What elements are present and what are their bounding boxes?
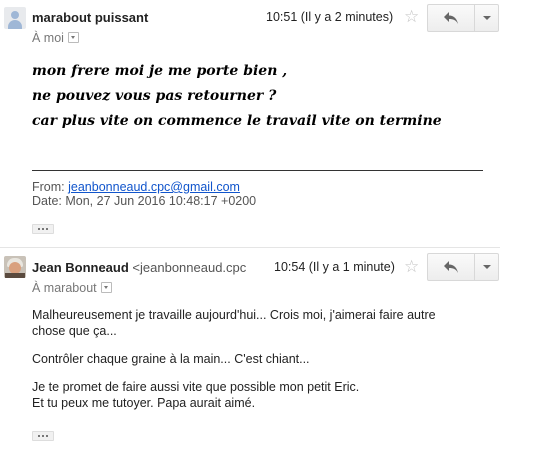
show-trimmed-content-button[interactable] bbox=[32, 224, 54, 234]
sender-name[interactable]: marabout puissant bbox=[32, 10, 148, 25]
message-body: Malheureusement je travaille aujourd'hui… bbox=[32, 307, 436, 411]
date-line: Date: Mon, 27 Jun 2016 10:48:17 +0200 bbox=[32, 194, 257, 208]
reply-button-group bbox=[427, 4, 499, 32]
body-line: Et tu peux me tutoyer. Papa aurait aimé. bbox=[32, 396, 256, 410]
reply-arrow-icon bbox=[444, 261, 458, 273]
chevron-down-icon bbox=[483, 265, 491, 269]
recipient-details-toggle[interactable] bbox=[100, 282, 112, 293]
sender-email: <jeanbonneaud.cpc bbox=[132, 260, 247, 275]
body-line: ne pouvez vous pas retourner ? bbox=[32, 88, 277, 104]
sender-name[interactable]: Jean Bonneaud <jeanbonneaud.cpc bbox=[32, 260, 246, 275]
message-1: marabout puissant 10:51 (Il y a 2 minute… bbox=[0, 0, 540, 245]
body-line: Contrôler chaque graine à la main... C'e… bbox=[32, 352, 310, 366]
message-2: Jean Bonneaud <jeanbonneaud.cpc 10:54 (I… bbox=[0, 250, 540, 455]
signature-rule bbox=[32, 170, 483, 171]
message-body: mon frere moi je me porte bien , ne pouv… bbox=[32, 59, 442, 134]
recipient-label: À moi bbox=[32, 31, 64, 45]
reply-arrow-icon bbox=[444, 12, 458, 24]
quoted-header: From: jeanbonneaud.cpc@gmail.com Date: M… bbox=[32, 180, 256, 208]
more-options-button[interactable] bbox=[475, 254, 499, 280]
recipient-line[interactable]: À marabout bbox=[32, 281, 112, 295]
message-time: 10:54 (Il y a 1 minute) bbox=[274, 260, 395, 274]
reply-button[interactable] bbox=[428, 254, 475, 280]
recipient-label: À marabout bbox=[32, 281, 97, 295]
reply-button[interactable] bbox=[428, 5, 475, 31]
sender-avatar[interactable] bbox=[4, 7, 26, 29]
message-time: 10:51 (Il y a 2 minutes) bbox=[266, 10, 394, 24]
body-line: chose que ça... bbox=[32, 324, 117, 338]
show-trimmed-content-button[interactable] bbox=[32, 431, 54, 441]
body-line: mon frere moi je me porte bien , bbox=[32, 63, 288, 79]
recipient-details-toggle[interactable] bbox=[67, 32, 79, 43]
body-line: car plus vite on commence le travail vit… bbox=[32, 113, 442, 129]
body-line: Je te promet de faire aussi vite que pos… bbox=[32, 380, 360, 394]
message-divider bbox=[0, 247, 500, 248]
sender-display-name: Jean Bonneaud bbox=[32, 260, 129, 275]
more-options-button[interactable] bbox=[475, 5, 499, 31]
star-icon[interactable]: ☆ bbox=[404, 8, 419, 25]
from-email-link[interactable]: jeanbonneaud.cpc@gmail.com bbox=[68, 180, 240, 194]
chevron-down-icon bbox=[483, 16, 491, 20]
recipient-line[interactable]: À moi bbox=[32, 31, 79, 45]
reply-button-group bbox=[427, 253, 499, 281]
from-label: From: bbox=[32, 180, 65, 194]
star-icon[interactable]: ☆ bbox=[404, 258, 419, 275]
sender-avatar[interactable] bbox=[4, 256, 26, 278]
body-line: Malheureusement je travaille aujourd'hui… bbox=[32, 308, 436, 322]
